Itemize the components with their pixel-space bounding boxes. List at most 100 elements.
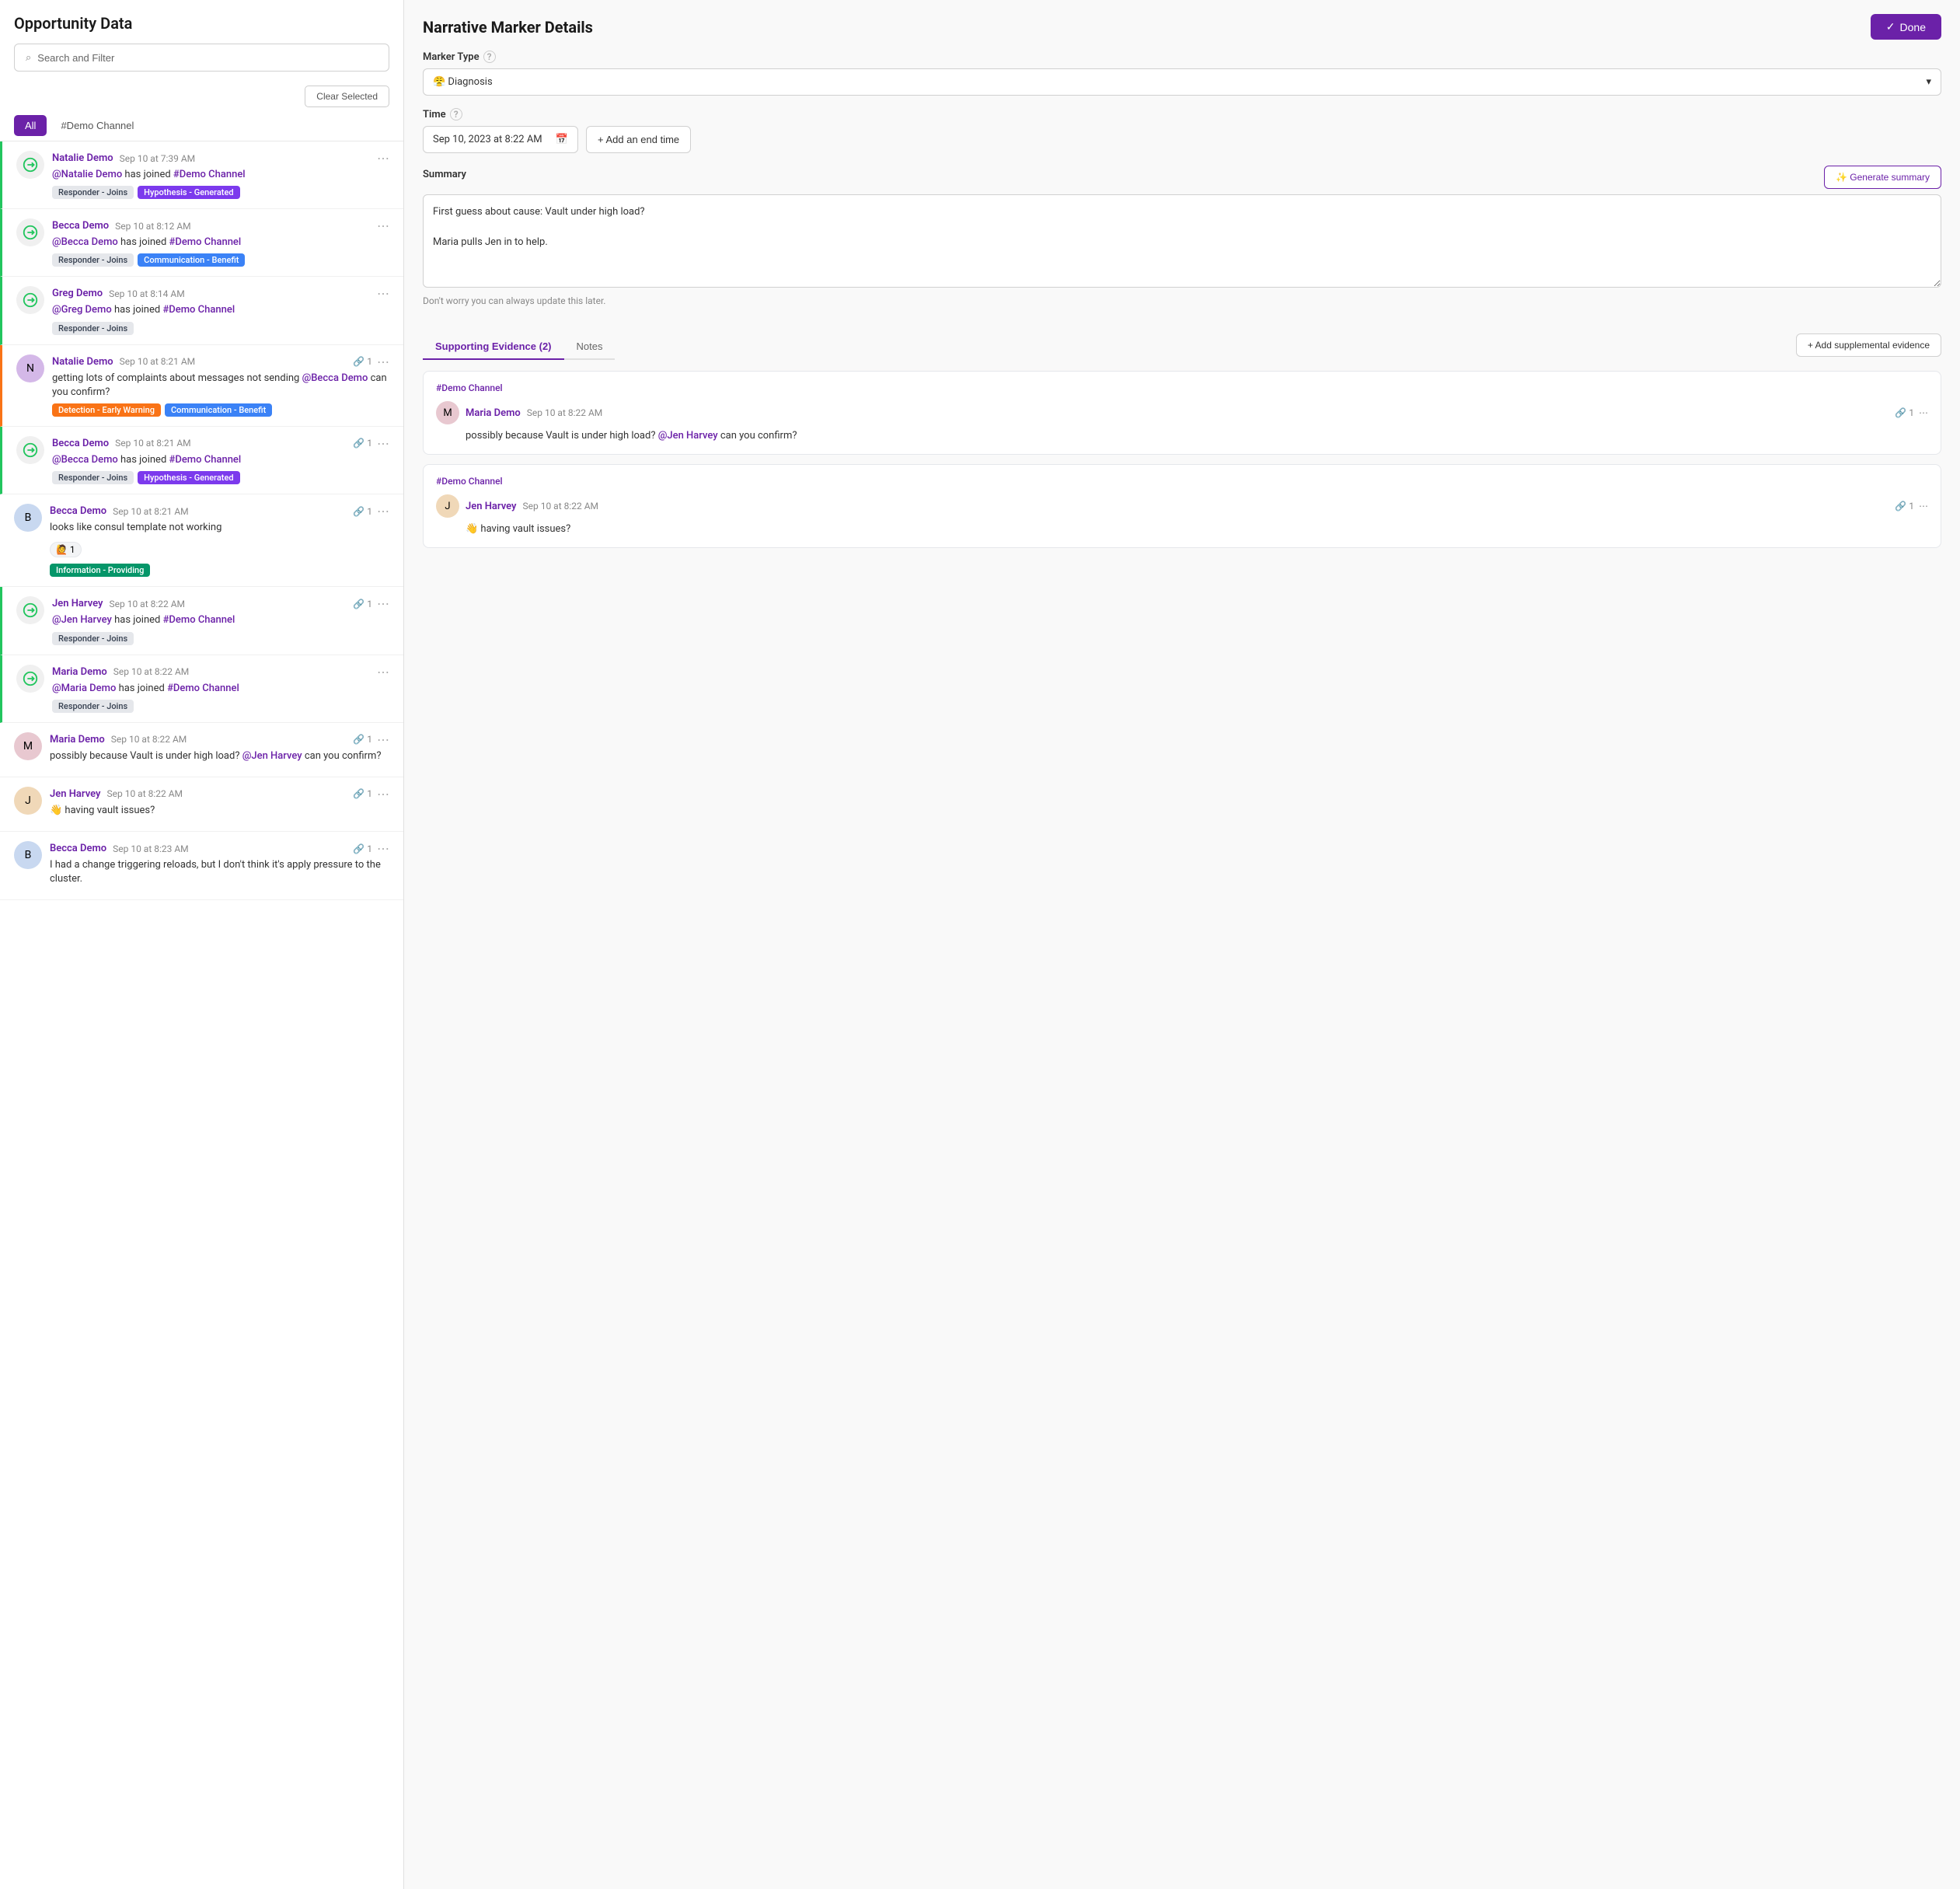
add-end-time-button[interactable]: + Add an end time: [586, 126, 691, 153]
clear-selected-button[interactable]: Clear Selected: [305, 86, 389, 107]
time-row: Sep 10, 2023 at 8:22 AM 📅 + Add an end t…: [423, 126, 1941, 153]
tab-supporting-evidence[interactable]: Supporting Evidence (2): [423, 334, 564, 360]
tab-all[interactable]: All: [14, 115, 47, 136]
list-item[interactable]: J Jen Harvey Sep 10 at 8:22 AM 🔗 1 ⋯ 👋 h…: [0, 777, 403, 832]
avatar: J: [436, 494, 459, 518]
list-item[interactable]: Jen Harvey Sep 10 at 8:22 AM 🔗 1 ⋯ @Jen …: [0, 587, 403, 655]
message-time: Sep 10 at 8:14 AM: [109, 288, 185, 299]
message-header: Jen Harvey Sep 10 at 8:22 AM 🔗 1 ⋯: [52, 596, 389, 611]
join-icon: [22, 670, 39, 687]
list-item[interactable]: N Natalie Demo Sep 10 at 8:21 AM 🔗 1 ⋯ g…: [0, 345, 403, 427]
evidence-actions: 🔗 1 ⋯: [1895, 501, 1928, 512]
list-item[interactable]: Natalie Demo Sep 10 at 7:39 AM ⋯ @Natali…: [0, 141, 403, 209]
responder-icon: [16, 436, 44, 464]
list-item[interactable]: Becca Demo Sep 10 at 8:21 AM 🔗 1 ⋯ @Becc…: [0, 427, 403, 494]
user-name: Jen Harvey: [466, 501, 517, 512]
message-menu-button[interactable]: ⋯: [377, 151, 389, 166]
avatar: B: [14, 841, 42, 869]
message-time: Sep 10 at 8:21 AM: [113, 506, 189, 517]
message-time: Sep 10 at 8:22 AM: [113, 666, 190, 677]
search-bar[interactable]: ⌕ Search and Filter: [14, 44, 389, 72]
user-name: Maria Demo: [52, 666, 107, 678]
user-name: Becca Demo: [50, 505, 106, 517]
join-icon: [22, 156, 39, 173]
evidence-user: M Maria Demo Sep 10 at 8:22 AM: [436, 401, 602, 424]
message-header: Becca Demo Sep 10 at 8:12 AM ⋯: [52, 218, 389, 233]
time-value: Sep 10, 2023 at 8:22 AM: [433, 134, 542, 145]
message-content: Maria Demo Sep 10 at 8:22 AM ⋯ @Maria De…: [52, 665, 389, 713]
message-menu-button[interactable]: ⋯: [377, 504, 389, 519]
user-name: Natalie Demo: [52, 152, 113, 164]
responder-icon: [16, 286, 44, 314]
evidence-menu-button[interactable]: ⋯: [1919, 501, 1928, 512]
message-menu-button[interactable]: ⋯: [377, 286, 389, 301]
link-count: 🔗 1: [353, 438, 372, 449]
avatar: B: [14, 504, 42, 532]
list-item[interactable]: M Maria Demo Sep 10 at 8:22 AM 🔗 1 ⋯ pos…: [0, 723, 403, 777]
message-menu-button[interactable]: ⋯: [377, 787, 389, 801]
message-menu-button[interactable]: ⋯: [377, 218, 389, 233]
messages-list: Natalie Demo Sep 10 at 7:39 AM ⋯ @Natali…: [0, 141, 403, 1889]
link-count: 🔗 1: [353, 599, 372, 609]
done-button[interactable]: ✓ Done: [1871, 14, 1941, 40]
evidence-header: M Maria Demo Sep 10 at 8:22 AM 🔗 1 ⋯: [436, 401, 1928, 424]
message-menu-button[interactable]: ⋯: [377, 596, 389, 611]
message-header: Jen Harvey Sep 10 at 8:22 AM 🔗 1 ⋯: [50, 787, 389, 801]
message-text: @Jen Harvey has joined #Demo Channel: [52, 613, 389, 627]
list-item[interactable]: Maria Demo Sep 10 at 8:22 AM ⋯ @Maria De…: [0, 655, 403, 723]
evidence-channel: #Demo Channel: [436, 382, 1928, 393]
message-menu-button[interactable]: ⋯: [377, 665, 389, 679]
summary-field: Summary ✨ Generate summary First guess a…: [423, 166, 1941, 306]
message-time: Sep 10 at 8:23 AM: [113, 843, 189, 854]
evidence-menu-button[interactable]: ⋯: [1919, 407, 1928, 418]
left-panel-header: Opportunity Data ⌕ Search and Filter: [0, 0, 403, 79]
add-evidence-button[interactable]: + Add supplemental evidence: [1796, 333, 1941, 357]
list-item[interactable]: B Becca Demo Sep 10 at 8:23 AM 🔗 1 ⋯ I h…: [0, 832, 403, 900]
message-menu-button[interactable]: ⋯: [377, 436, 389, 451]
evidence-tabs-row: Supporting Evidence (2) Notes + Add supp…: [423, 319, 1941, 371]
message-text: @Becca Demo has joined #Demo Channel: [52, 453, 389, 467]
responder-icon: [16, 151, 44, 179]
help-icon[interactable]: ?: [450, 108, 462, 120]
chevron-down-icon: ▾: [1926, 76, 1931, 88]
tags-row: Responder - Joins Hypothesis - Generated: [52, 471, 389, 484]
evidence-actions: 🔗 1 ⋯: [1895, 407, 1928, 418]
evidence-header: J Jen Harvey Sep 10 at 8:22 AM 🔗 1 ⋯: [436, 494, 1928, 518]
message-content: Jen Harvey Sep 10 at 8:22 AM 🔗 1 ⋯ @Jen …: [52, 596, 389, 644]
user-name: Becca Demo: [52, 220, 109, 232]
done-label: Done: [1900, 21, 1926, 33]
tags-row: Responder - Joins: [52, 700, 389, 713]
marker-type-select[interactable]: 😤 Diagnosis ▾: [423, 68, 1941, 96]
responder-icon: [16, 665, 44, 693]
link-count: 🔗 1: [353, 843, 372, 854]
summary-textarea[interactable]: First guess about cause: Vault under hig…: [423, 194, 1941, 288]
time-field: Time ? Sep 10, 2023 at 8:22 AM 📅 + Add a…: [423, 108, 1941, 153]
help-icon[interactable]: ?: [483, 51, 496, 63]
emoji-reaction[interactable]: 🙋 1: [50, 542, 82, 557]
generate-summary-button[interactable]: ✨ Generate summary: [1824, 166, 1941, 189]
message-text: I had a change triggering reloads, but I…: [50, 858, 389, 886]
evidence-text: possibly because Vault is under high loa…: [466, 429, 1928, 443]
list-item[interactable]: B Becca Demo Sep 10 at 8:21 AM 🔗 1 ⋯ loo…: [0, 494, 403, 587]
message-time: Sep 10 at 8:22 AM: [110, 599, 186, 609]
tags-row: Detection - Early Warning Communication …: [52, 403, 389, 417]
user-name: Greg Demo: [52, 288, 103, 299]
time-input[interactable]: Sep 10, 2023 at 8:22 AM 📅: [423, 126, 578, 153]
marker-type-field: Marker Type ? 😤 Diagnosis ▾: [423, 51, 1941, 96]
panel-title: Narrative Marker Details: [423, 18, 593, 37]
marker-type-label: Marker Type ?: [423, 51, 1941, 63]
message-content: Natalie Demo Sep 10 at 8:21 AM 🔗 1 ⋯ get…: [52, 354, 389, 417]
tab-demo-channel[interactable]: #Demo Channel: [50, 115, 145, 136]
message-menu-button[interactable]: ⋯: [377, 354, 389, 369]
link-count: 🔗 1: [1895, 407, 1914, 418]
list-item[interactable]: Becca Demo Sep 10 at 8:12 AM ⋯ @Becca De…: [0, 209, 403, 277]
evidence-time: Sep 10 at 8:22 AM: [523, 501, 599, 512]
list-item[interactable]: Greg Demo Sep 10 at 8:14 AM ⋯ @Greg Demo…: [0, 277, 403, 344]
message-menu-button[interactable]: ⋯: [377, 732, 389, 747]
message-menu-button[interactable]: ⋯: [377, 841, 389, 856]
tab-notes[interactable]: Notes: [564, 334, 616, 360]
tag: Detection - Early Warning: [52, 403, 161, 417]
user-name: Jen Harvey: [50, 788, 101, 800]
responder-icon: [16, 218, 44, 246]
join-icon: [22, 224, 39, 241]
